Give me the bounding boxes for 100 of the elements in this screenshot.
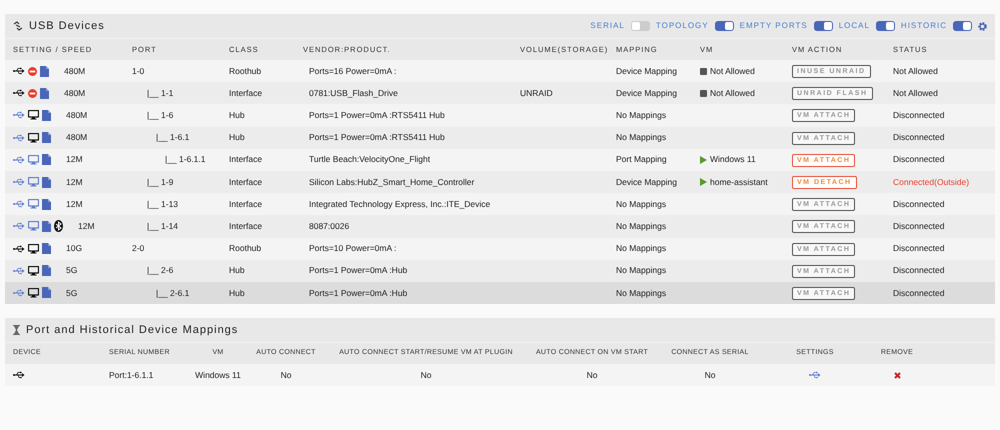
vm-name: Windows 11 <box>710 153 756 166</box>
port-text: |__ 2-6.1 <box>156 288 190 298</box>
product-text: Ports=1 Power=0mA :Hub <box>308 286 408 300</box>
file-icon <box>42 243 51 254</box>
file-icon <box>42 265 51 276</box>
file-icon <box>42 198 51 210</box>
vm-name: Not Allowed <box>710 64 755 78</box>
status-text: Disconnected <box>893 153 946 166</box>
class-text: Roothub <box>229 64 262 78</box>
port-text: |__ 1-14 <box>147 221 178 232</box>
toggle-label: SERIAL <box>590 20 625 32</box>
file-icon <box>42 154 51 166</box>
product-text: Turtle Beach:VelocityOne_Flight <box>308 153 432 166</box>
toggle-label: HISTORIC <box>900 20 947 32</box>
product-text: Silicon Labs:HubZ_Smart_Home_Controller <box>308 176 476 188</box>
status-text: Not Allowed <box>893 64 939 78</box>
mapping-text: No Mappings <box>616 264 668 278</box>
toggle-label: TOPOLOGY <box>656 20 709 32</box>
status-text: Disconnected <box>893 109 946 122</box>
status-text: Disconnected <box>893 220 946 233</box>
speed-text: 5G <box>66 264 78 278</box>
speed-text: 12M <box>66 153 83 166</box>
usb-icon <box>809 371 821 380</box>
mapping-text: No Mappings <box>616 242 668 255</box>
port-text: 2-0 <box>132 243 144 254</box>
status-text: Not Allowed <box>893 86 939 100</box>
speed-text: 480M <box>64 64 86 78</box>
speed-text: 12M <box>66 176 83 188</box>
toggle-switch[interactable] <box>876 21 895 31</box>
product-text: 0781:USB_Flash_Drive <box>308 86 399 100</box>
mapping-text: No Mappings <box>616 198 668 211</box>
class-text: Interface <box>229 86 264 100</box>
product-text: Ports=1 Power=0mA :Hub <box>308 264 408 278</box>
class-text: Hub <box>229 286 246 300</box>
speed-text: 480M <box>66 131 88 144</box>
as-serial-text: No <box>704 368 716 382</box>
toggle-switch[interactable] <box>953 21 972 31</box>
mapping-text: No Mappings <box>616 286 668 300</box>
on-vm-start-text: No <box>586 368 598 382</box>
port-text: |__ 1-13 <box>147 198 178 209</box>
class-text: Roothub <box>229 242 262 255</box>
file-icon <box>42 176 51 188</box>
vm-name: home-assistant <box>710 176 768 188</box>
remove-icon[interactable] <box>894 372 900 379</box>
speed-text: 480M <box>66 109 88 122</box>
serial-text: Port:1-6.1.1 <box>109 368 154 382</box>
speed-text: 12M <box>78 220 95 233</box>
status-text: Disconnected <box>893 286 946 300</box>
class-text: Interface <box>229 198 264 211</box>
toggle-label: LOCAL <box>838 20 870 32</box>
usb-icon <box>13 371 25 380</box>
toggle-label: EMPTY PORTS <box>740 20 808 32</box>
mapping-text: Device Mapping <box>616 86 678 100</box>
auto-start-text: No <box>420 368 432 382</box>
auto-connect-text: No <box>280 368 292 382</box>
product-text: Ports=16 Power=0mA : <box>308 64 398 78</box>
port-text: |__ 1-6 <box>147 110 174 120</box>
class-text: Hub <box>229 109 246 122</box>
toggle-switch[interactable] <box>630 21 650 31</box>
class-text: Hub <box>229 131 246 144</box>
port-text: |__ 1-9 <box>147 176 174 187</box>
status-text: Disconnected <box>893 131 946 144</box>
vm-name: Not Allowed <box>710 86 755 100</box>
settings-icon[interactable] <box>978 22 987 30</box>
class-text: Hub <box>229 264 246 278</box>
status-text: Disconnected <box>893 242 946 255</box>
speed-text: 480M <box>64 86 86 100</box>
file-icon <box>42 287 51 298</box>
vm-text: Windows 11 <box>194 368 242 382</box>
product-text: Ports=10 Power=0mA : <box>308 242 398 255</box>
product-text: Integrated Technology Express, Inc.:ITE_Device <box>308 198 492 211</box>
port-text: |__ 1-6.1.1 <box>165 154 206 164</box>
port-text: |__ 1-6.1 <box>156 132 190 142</box>
panel-title: Port and Historical Device Mappings <box>26 322 238 338</box>
speed-text: 5G <box>66 286 78 300</box>
mapping-text: Device Mapping <box>616 176 678 188</box>
file-icon <box>42 110 51 121</box>
file-icon <box>42 132 51 144</box>
panel-title: USB Devices <box>29 18 105 34</box>
class-text: Interface <box>229 176 264 188</box>
toggle-switch[interactable] <box>814 21 833 31</box>
mapping-text: No Mappings <box>616 131 668 144</box>
toggle-switch[interactable] <box>714 21 734 31</box>
mapping-text: No Mappings <box>616 220 668 233</box>
port-text: |__ 2-6 <box>147 265 174 276</box>
product-text: 8087:0026 <box>308 220 350 233</box>
mapping-text: No Mappings <box>616 109 668 122</box>
status-text: Disconnected <box>893 198 946 211</box>
volume-text: UNRAID <box>520 88 553 98</box>
mapping-text: Device Mapping <box>616 64 678 78</box>
file-icon <box>40 66 49 77</box>
port-text: |__ 1-1 <box>147 88 174 98</box>
class-text: Interface <box>229 220 264 233</box>
status-text: Connected(Outside) <box>893 176 970 188</box>
port-text: 1-0 <box>132 66 144 76</box>
mapping-text: Port Mapping <box>616 153 668 166</box>
class-text: Interface <box>229 153 264 166</box>
file-icon <box>40 88 49 99</box>
status-text: Disconnected <box>893 264 946 278</box>
speed-text: 10G <box>66 242 82 255</box>
